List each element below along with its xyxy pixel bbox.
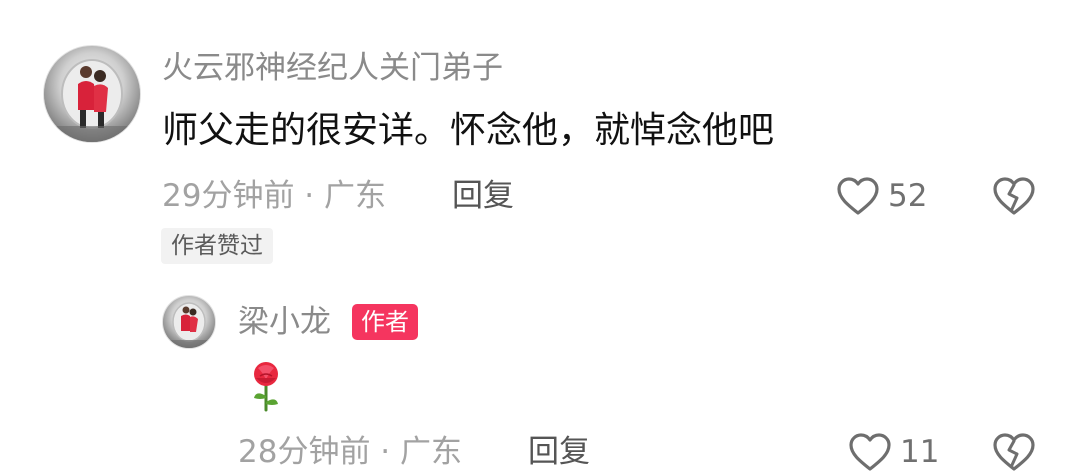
reply-emoji-text: 🌹: [246, 360, 286, 412]
like-button[interactable]: 52: [836, 174, 936, 218]
reply-avatar-image: [163, 296, 215, 348]
reply-timestamp-location: 28分钟前 · 广东: [238, 434, 463, 470]
reply-button[interactable]: 回复: [452, 176, 514, 216]
reply-username[interactable]: 梁小龙: [238, 302, 331, 342]
like-count: 52: [888, 178, 928, 214]
heart-outline-icon: [848, 432, 892, 472]
dislike-button[interactable]: [992, 176, 1036, 216]
reply-like-button[interactable]: 11: [848, 430, 940, 473]
reply-avatar[interactable]: [162, 295, 216, 349]
avatar[interactable]: [43, 45, 141, 143]
comment-text: 师父走的很安详。怀念他，就悼念他吧: [162, 110, 775, 151]
comment-timestamp-location: 29分钟前 · 广东: [162, 178, 387, 214]
broken-heart-icon: [992, 176, 1036, 216]
comment-username[interactable]: 火云邪神经纪人关门弟子: [162, 48, 503, 88]
reply-reply-button[interactable]: 回复: [528, 432, 590, 472]
reply-like-count: 11: [900, 434, 940, 470]
heart-outline-icon: [836, 176, 880, 216]
broken-heart-icon: [992, 432, 1036, 472]
reply-dislike-button[interactable]: [992, 432, 1036, 472]
avatar-image: [44, 46, 140, 142]
author-liked-tag: 作者赞过: [161, 228, 273, 264]
author-badge: 作者: [352, 304, 418, 340]
